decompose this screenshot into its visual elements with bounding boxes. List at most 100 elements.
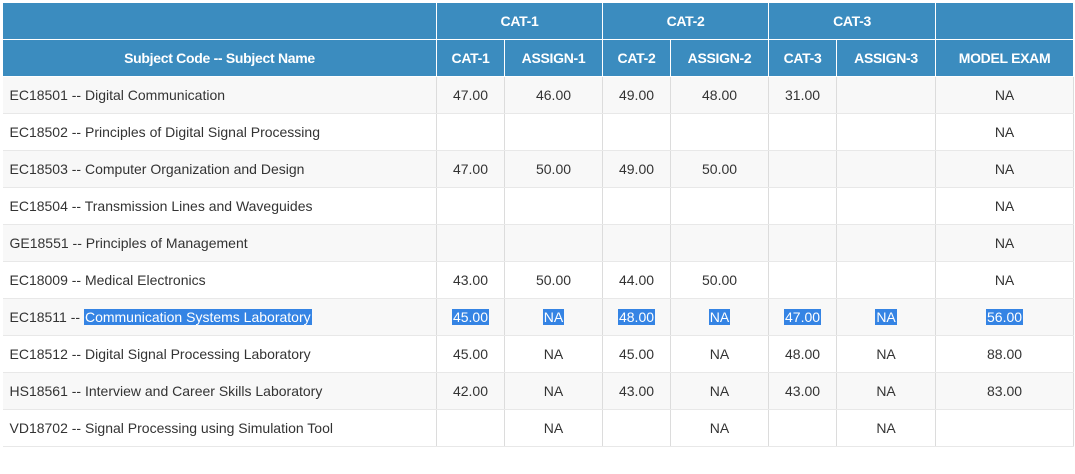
model-exam-mark-cell: NA [935, 224, 1075, 262]
assign3-mark-cell: NA [836, 409, 937, 447]
subject-name: Communication Systems Laboratory [83, 309, 312, 325]
model-exam-mark: NA [994, 124, 1015, 140]
subject-name: Digital Communication [84, 87, 226, 103]
assign2-mark-cell: NA [670, 335, 770, 373]
cat1-mark: 45.00 [452, 346, 489, 362]
cat1-mark-cell [436, 224, 505, 262]
cat3-mark-cell [768, 150, 838, 188]
subject-code: EC18512 -- [9, 346, 85, 362]
assign3-mark: NA [876, 383, 896, 399]
model-exam-mark: NA [994, 198, 1015, 214]
subject-code: GE18551 -- [9, 235, 86, 251]
subject-cell: EC18512 -- Digital Signal Processing Lab… [2, 335, 437, 373]
cat3-mark: 48.00 [785, 346, 821, 362]
assign3-mark: NA [876, 420, 896, 436]
table-row: EC18512 -- Digital Signal Processing Lab… [2, 335, 1075, 373]
header-group-row: CAT-1 CAT-2 CAT-3 [2, 2, 1075, 40]
cat1-mark: 47.00 [452, 161, 489, 177]
subject-name: Digital Signal Processing Laboratory [84, 346, 311, 362]
assign3-mark-cell [836, 150, 937, 188]
assign1-mark-cell: 50.00 [504, 150, 604, 188]
assign1-mark: 46.00 [535, 87, 572, 103]
assign3-mark-cell [836, 261, 937, 299]
cat2-mark-cell: 44.00 [602, 261, 672, 299]
assign2-mark: NA [709, 346, 730, 362]
assign2-mark: NA [709, 420, 730, 436]
subject-name: Interview and Career Skills Laboratory [84, 383, 323, 399]
assign3-mark-cell: NA [836, 372, 937, 410]
cat1-mark: 45.00 [451, 309, 490, 325]
column-header-assign2: ASSIGN-2 [670, 39, 770, 77]
subject-cell: EC18009 -- Medical Electronics [2, 261, 437, 299]
assign2-mark: 50.00 [702, 161, 738, 177]
assign3-mark-cell [836, 76, 937, 114]
group-header-cat3: CAT-3 [768, 2, 937, 40]
assign1-mark-cell [504, 224, 604, 262]
model-exam-mark-cell [935, 409, 1075, 447]
assign2-mark-cell: NA [670, 372, 770, 410]
subject-name: Principles of Management [85, 235, 248, 251]
cat2-mark-cell [602, 224, 672, 262]
cat3-mark-cell: 31.00 [768, 76, 838, 114]
subject-code: EC18511 -- [9, 309, 84, 325]
subject-code: EC18501 -- [9, 87, 85, 103]
table-row: GE18551 -- Principles of Management NA [2, 224, 1075, 262]
cat2-mark-cell [602, 113, 672, 151]
cat2-mark: 49.00 [618, 87, 655, 103]
cat1-mark-cell: 42.00 [436, 372, 505, 410]
column-header-cat2: CAT-2 [602, 39, 672, 77]
cat2-mark: 49.00 [618, 161, 655, 177]
subject-code: EC18504 -- [9, 198, 85, 214]
table-row: HS18561 -- Interview and Career Skills L… [2, 372, 1075, 410]
subject-code: HS18561 -- [9, 383, 85, 399]
assign1-mark-cell [504, 113, 604, 151]
subject-cell: EC18511 -- Communication Systems Laborat… [2, 298, 437, 336]
assign2-mark-cell [670, 187, 770, 225]
assign2-mark: NA [709, 383, 730, 399]
assign2-mark: 48.00 [702, 87, 738, 103]
subject-cell: VD18702 -- Signal Processing using Simul… [2, 409, 437, 447]
subject-cell: EC18502 -- Principles of Digital Signal … [2, 113, 437, 151]
assign2-mark-cell: 48.00 [670, 76, 770, 114]
column-header-model-exam: MODEL EXAM [935, 39, 1075, 77]
subject-name: Signal Processing using Simulation Tool [84, 420, 333, 436]
subject-code: EC18009 -- [9, 272, 85, 288]
assign3-mark: NA [875, 309, 897, 325]
assign1-mark: NA [542, 309, 565, 325]
cat2-mark-cell: 49.00 [602, 150, 672, 188]
column-header-subject: Subject Code -- Subject Name [2, 39, 437, 77]
assign1-mark: NA [543, 383, 564, 399]
assign2-mark-cell: NA [670, 298, 770, 336]
cat3-mark-cell: 43.00 [768, 372, 838, 410]
cat2-mark-cell [602, 409, 672, 447]
model-exam-mark: NA [994, 161, 1015, 177]
cat1-mark: 47.00 [452, 87, 489, 103]
model-exam-mark: 56.00 [986, 309, 1024, 325]
subject-cell: EC18503 -- Computer Organization and Des… [2, 150, 437, 188]
cat1-mark-cell: 43.00 [436, 261, 505, 299]
table-row: EC18511 -- Communication Systems Laborat… [2, 298, 1075, 336]
assign1-mark-cell: NA [504, 409, 604, 447]
subject-code: EC18502 -- [9, 124, 85, 140]
cat2-mark-cell: 43.00 [602, 372, 672, 410]
assign2-mark-cell: NA [670, 409, 770, 447]
assign1-mark: NA [543, 346, 564, 362]
cat3-mark-cell [768, 224, 838, 262]
group-header-cat1: CAT-1 [435, 2, 604, 40]
subject-name: Transmission Lines and Waveguides [84, 198, 313, 214]
column-header-cat3: CAT-3 [768, 39, 838, 77]
subject-cell: GE18551 -- Principles of Management [2, 224, 437, 262]
column-header-assign1: ASSIGN-1 [503, 39, 604, 77]
assign2-mark: 50.00 [702, 272, 738, 288]
table-row: EC18009 -- Medical Electronics 43.00 50.00… [2, 261, 1075, 299]
assign3-mark-cell: NA [836, 335, 937, 373]
assign2-mark-cell: 50.00 [670, 261, 770, 299]
group-header-blank [2, 2, 437, 40]
subject-cell: HS18561 -- Interview and Career Skills L… [2, 372, 437, 410]
cat2-mark: 44.00 [618, 272, 655, 288]
table-row: EC18504 -- Transmission Lines and Wavegu… [2, 187, 1075, 225]
cat2-mark-cell: 48.00 [602, 298, 672, 336]
assign3-mark-cell [836, 113, 937, 151]
cat1-mark: 42.00 [452, 383, 489, 399]
subject-name: Medical Electronics [84, 272, 206, 288]
